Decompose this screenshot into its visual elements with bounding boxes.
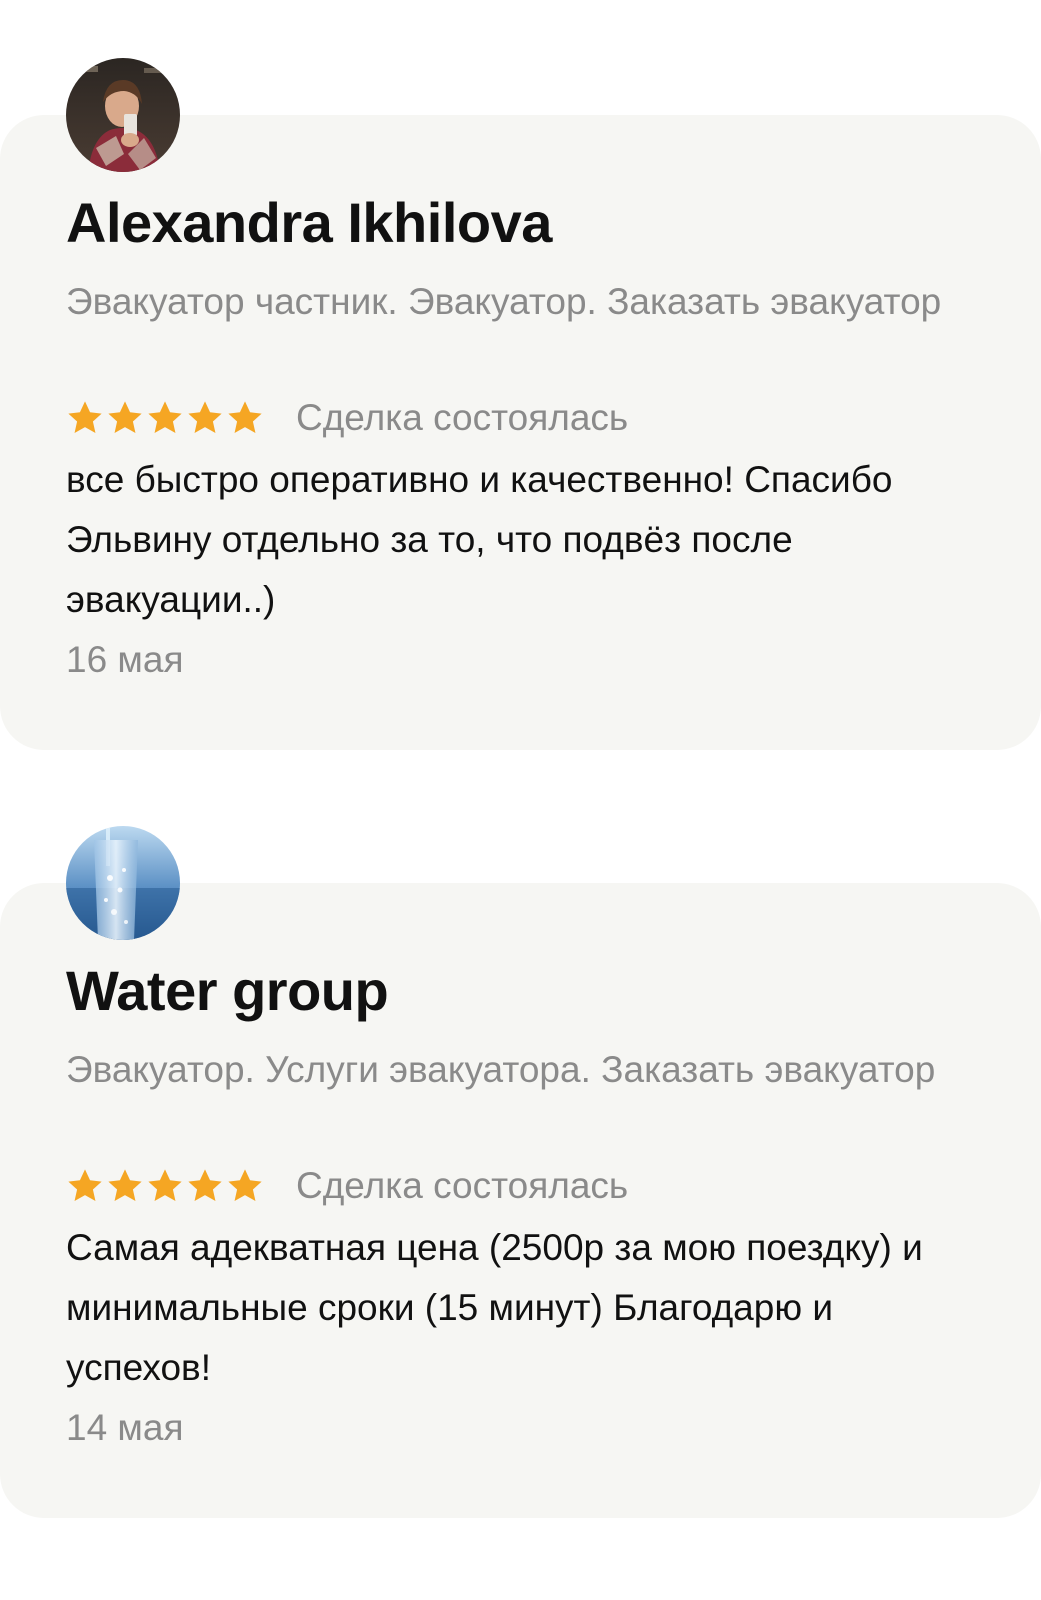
review-date: 16 мая <box>66 639 184 680</box>
star-rating <box>66 1167 266 1205</box>
avatar[interactable] <box>66 58 180 172</box>
author-name[interactable]: Alexandra Ikhilova <box>66 188 552 258</box>
deal-status: Сделка состоялась <box>296 397 629 438</box>
service-title[interactable]: Эвакуатор частник. Эвакуатор. Заказать э… <box>66 274 946 329</box>
star-icon <box>148 1169 182 1202</box>
star-icon <box>148 401 182 434</box>
user-photo-avatar-icon <box>66 58 180 172</box>
rating-row: Сделка состоялась <box>66 388 628 448</box>
water-glass-avatar-icon <box>66 826 180 940</box>
avatar[interactable] <box>66 826 180 940</box>
review-text: все быстро оперативно и качественно! Спа… <box>66 459 893 620</box>
star-icon <box>108 401 142 434</box>
star-icon <box>228 1169 262 1202</box>
review-text: Самая адекватная цена (2500р за мою поез… <box>66 1227 923 1388</box>
star-icon <box>188 401 222 434</box>
star-icon <box>68 1169 102 1202</box>
author-name[interactable]: Water group <box>66 956 389 1026</box>
service-title[interactable]: Эвакуатор. Услуги эвакуатора. Заказать э… <box>66 1042 946 1097</box>
star-rating <box>66 399 266 437</box>
deal-status: Сделка состоялась <box>296 1165 629 1206</box>
rating-row: Сделка состоялась <box>66 1156 628 1216</box>
review-date: 14 мая <box>66 1407 184 1448</box>
star-icon <box>108 1169 142 1202</box>
star-icon <box>68 401 102 434</box>
star-icon <box>188 1169 222 1202</box>
star-icon <box>228 401 262 434</box>
